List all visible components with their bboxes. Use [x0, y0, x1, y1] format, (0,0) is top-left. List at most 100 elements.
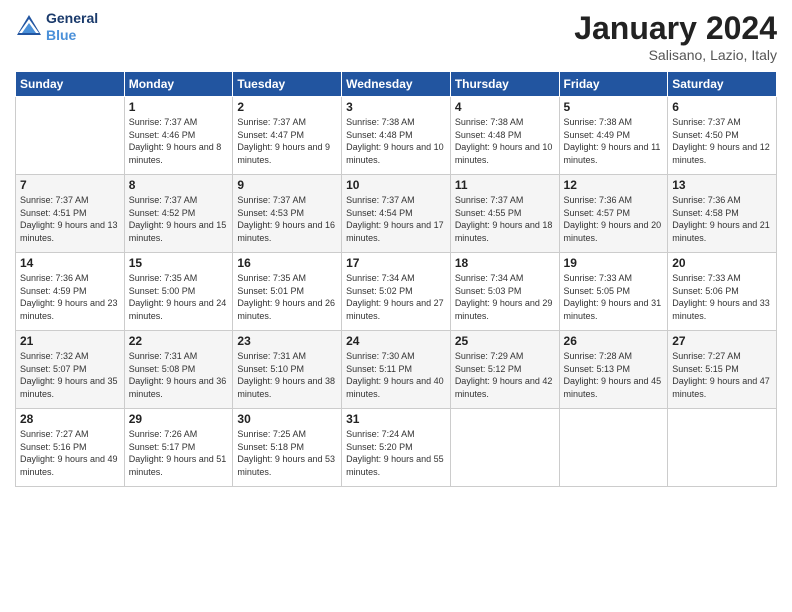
- table-row: 5 Sunrise: 7:38 AMSunset: 4:49 PMDaylight…: [559, 97, 668, 175]
- table-row: 11 Sunrise: 7:37 AMSunset: 4:55 PMDayligh…: [450, 175, 559, 253]
- table-row: 3 Sunrise: 7:38 AMSunset: 4:48 PMDaylight…: [342, 97, 451, 175]
- day-number: 31: [346, 412, 446, 426]
- day-number: 27: [672, 334, 772, 348]
- day-number: 29: [129, 412, 229, 426]
- day-number: 7: [20, 178, 120, 192]
- day-info: Sunrise: 7:35 AMSunset: 5:01 PMDaylight:…: [237, 272, 337, 322]
- day-info: Sunrise: 7:28 AMSunset: 5:13 PMDaylight:…: [564, 350, 664, 400]
- table-row: [16, 97, 125, 175]
- day-number: 16: [237, 256, 337, 270]
- table-row: 22 Sunrise: 7:31 AMSunset: 5:08 PMDayligh…: [124, 331, 233, 409]
- col-saturday: Saturday: [668, 72, 777, 97]
- day-info: Sunrise: 7:36 AMSunset: 4:59 PMDaylight:…: [20, 272, 120, 322]
- col-monday: Monday: [124, 72, 233, 97]
- day-info: Sunrise: 7:31 AMSunset: 5:08 PMDaylight:…: [129, 350, 229, 400]
- day-info: Sunrise: 7:37 AMSunset: 4:46 PMDaylight:…: [129, 116, 229, 166]
- table-row: 12Sunrise: 7:36 AMSunset: 4:57 PMDayligh…: [559, 175, 668, 253]
- day-info: Sunrise: 7:38 AMSunset: 4:48 PMDaylight:…: [346, 116, 446, 166]
- col-wednesday: Wednesday: [342, 72, 451, 97]
- day-number: 19: [564, 256, 664, 270]
- header: General Blue January 2024 Salisano, Lazi…: [15, 10, 777, 63]
- day-number: 12: [564, 178, 664, 192]
- calendar-header-row: Sunday Monday Tuesday Wednesday Thursday…: [16, 72, 777, 97]
- title-block: January 2024 Salisano, Lazio, Italy: [574, 10, 777, 63]
- day-info: Sunrise: 7:33 AMSunset: 5:05 PMDaylight:…: [564, 272, 664, 322]
- day-info: Sunrise: 7:37 AMSunset: 4:51 PMDaylight:…: [20, 194, 120, 244]
- day-info: Sunrise: 7:33 AMSunset: 5:06 PMDaylight:…: [672, 272, 772, 322]
- table-row: 16 Sunrise: 7:35 AMSunset: 5:01 PMDayligh…: [233, 253, 342, 331]
- page-container: General Blue January 2024 Salisano, Lazi…: [0, 0, 792, 497]
- calendar-week-row: 1 Sunrise: 7:37 AMSunset: 4:46 PMDaylight…: [16, 97, 777, 175]
- day-number: 10: [346, 178, 446, 192]
- day-info: Sunrise: 7:37 AMSunset: 4:54 PMDaylight:…: [346, 194, 446, 244]
- calendar-table: Sunday Monday Tuesday Wednesday Thursday…: [15, 71, 777, 487]
- day-info: Sunrise: 7:32 AMSunset: 5:07 PMDaylight:…: [20, 350, 120, 400]
- day-number: 17: [346, 256, 446, 270]
- col-sunday: Sunday: [16, 72, 125, 97]
- table-row: 20 Sunrise: 7:33 AMSunset: 5:06 PMDayligh…: [668, 253, 777, 331]
- day-info: Sunrise: 7:36 AMSunset: 4:58 PMDaylight:…: [672, 194, 772, 244]
- table-row: 10 Sunrise: 7:37 AMSunset: 4:54 PMDayligh…: [342, 175, 451, 253]
- day-info: Sunrise: 7:24 AMSunset: 5:20 PMDaylight:…: [346, 428, 446, 478]
- day-number: 21: [20, 334, 120, 348]
- day-info: Sunrise: 7:27 AMSunset: 5:15 PMDaylight:…: [672, 350, 772, 400]
- day-info: Sunrise: 7:27 AMSunset: 5:16 PMDaylight:…: [20, 428, 120, 478]
- location-subtitle: Salisano, Lazio, Italy: [574, 47, 777, 63]
- day-number: 9: [237, 178, 337, 192]
- table-row: 30 Sunrise: 7:25 AMSunset: 5:18 PMDayligh…: [233, 409, 342, 487]
- day-number: 30: [237, 412, 337, 426]
- table-row: 27 Sunrise: 7:27 AMSunset: 5:15 PMDayligh…: [668, 331, 777, 409]
- table-row: 24Sunrise: 7:30 AMSunset: 5:11 PMDayligh…: [342, 331, 451, 409]
- table-row: 25 Sunrise: 7:29 AMSunset: 5:12 PMDayligh…: [450, 331, 559, 409]
- day-number: 28: [20, 412, 120, 426]
- day-info: Sunrise: 7:38 AMSunset: 4:49 PMDaylight:…: [564, 116, 664, 166]
- day-number: 3: [346, 100, 446, 114]
- table-row: 1 Sunrise: 7:37 AMSunset: 4:46 PMDaylight…: [124, 97, 233, 175]
- calendar-week-row: 21 Sunrise: 7:32 AMSunset: 5:07 PMDayligh…: [16, 331, 777, 409]
- day-info: Sunrise: 7:34 AMSunset: 5:03 PMDaylight:…: [455, 272, 555, 322]
- day-info: Sunrise: 7:37 AMSunset: 4:55 PMDaylight:…: [455, 194, 555, 244]
- day-info: Sunrise: 7:31 AMSunset: 5:10 PMDaylight:…: [237, 350, 337, 400]
- table-row: 4Sunrise: 7:38 AMSunset: 4:48 PMDaylight…: [450, 97, 559, 175]
- table-row: 14 Sunrise: 7:36 AMSunset: 4:59 PMDayligh…: [16, 253, 125, 331]
- day-number: 5: [564, 100, 664, 114]
- calendar-week-row: 7 Sunrise: 7:37 AMSunset: 4:51 PMDaylight…: [16, 175, 777, 253]
- table-row: 28 Sunrise: 7:27 AMSunset: 5:16 PMDayligh…: [16, 409, 125, 487]
- table-row: [668, 409, 777, 487]
- day-number: 14: [20, 256, 120, 270]
- day-number: 25: [455, 334, 555, 348]
- day-info: Sunrise: 7:25 AMSunset: 5:18 PMDaylight:…: [237, 428, 337, 478]
- table-row: 2 Sunrise: 7:37 AMSunset: 4:47 PMDaylight…: [233, 97, 342, 175]
- month-title: January 2024: [574, 10, 777, 47]
- col-friday: Friday: [559, 72, 668, 97]
- table-row: 23 Sunrise: 7:31 AMSunset: 5:10 PMDayligh…: [233, 331, 342, 409]
- day-info: Sunrise: 7:26 AMSunset: 5:17 PMDaylight:…: [129, 428, 229, 478]
- day-info: Sunrise: 7:37 AMSunset: 4:50 PMDaylight:…: [672, 116, 772, 166]
- logo-text-line2: Blue: [46, 27, 98, 44]
- calendar-week-row: 28 Sunrise: 7:27 AMSunset: 5:16 PMDayligh…: [16, 409, 777, 487]
- table-row: 17Sunrise: 7:34 AMSunset: 5:02 PMDayligh…: [342, 253, 451, 331]
- col-tuesday: Tuesday: [233, 72, 342, 97]
- day-number: 24: [346, 334, 446, 348]
- table-row: [559, 409, 668, 487]
- day-number: 23: [237, 334, 337, 348]
- day-info: Sunrise: 7:35 AMSunset: 5:00 PMDaylight:…: [129, 272, 229, 322]
- day-number: 8: [129, 178, 229, 192]
- table-row: 8Sunrise: 7:37 AMSunset: 4:52 PMDaylight…: [124, 175, 233, 253]
- table-row: 19 Sunrise: 7:33 AMSunset: 5:05 PMDayligh…: [559, 253, 668, 331]
- logo-text-line1: General: [46, 10, 98, 27]
- logo: General Blue: [15, 10, 98, 44]
- table-row: 21 Sunrise: 7:32 AMSunset: 5:07 PMDayligh…: [16, 331, 125, 409]
- day-number: 11: [455, 178, 555, 192]
- table-row: [450, 409, 559, 487]
- day-info: Sunrise: 7:29 AMSunset: 5:12 PMDaylight:…: [455, 350, 555, 400]
- day-number: 13: [672, 178, 772, 192]
- table-row: 18Sunrise: 7:34 AMSunset: 5:03 PMDayligh…: [450, 253, 559, 331]
- day-number: 2: [237, 100, 337, 114]
- day-number: 20: [672, 256, 772, 270]
- col-thursday: Thursday: [450, 72, 559, 97]
- day-info: Sunrise: 7:37 AMSunset: 4:47 PMDaylight:…: [237, 116, 337, 166]
- day-number: 22: [129, 334, 229, 348]
- day-number: 1: [129, 100, 229, 114]
- table-row: 15Sunrise: 7:35 AMSunset: 5:00 PMDayligh…: [124, 253, 233, 331]
